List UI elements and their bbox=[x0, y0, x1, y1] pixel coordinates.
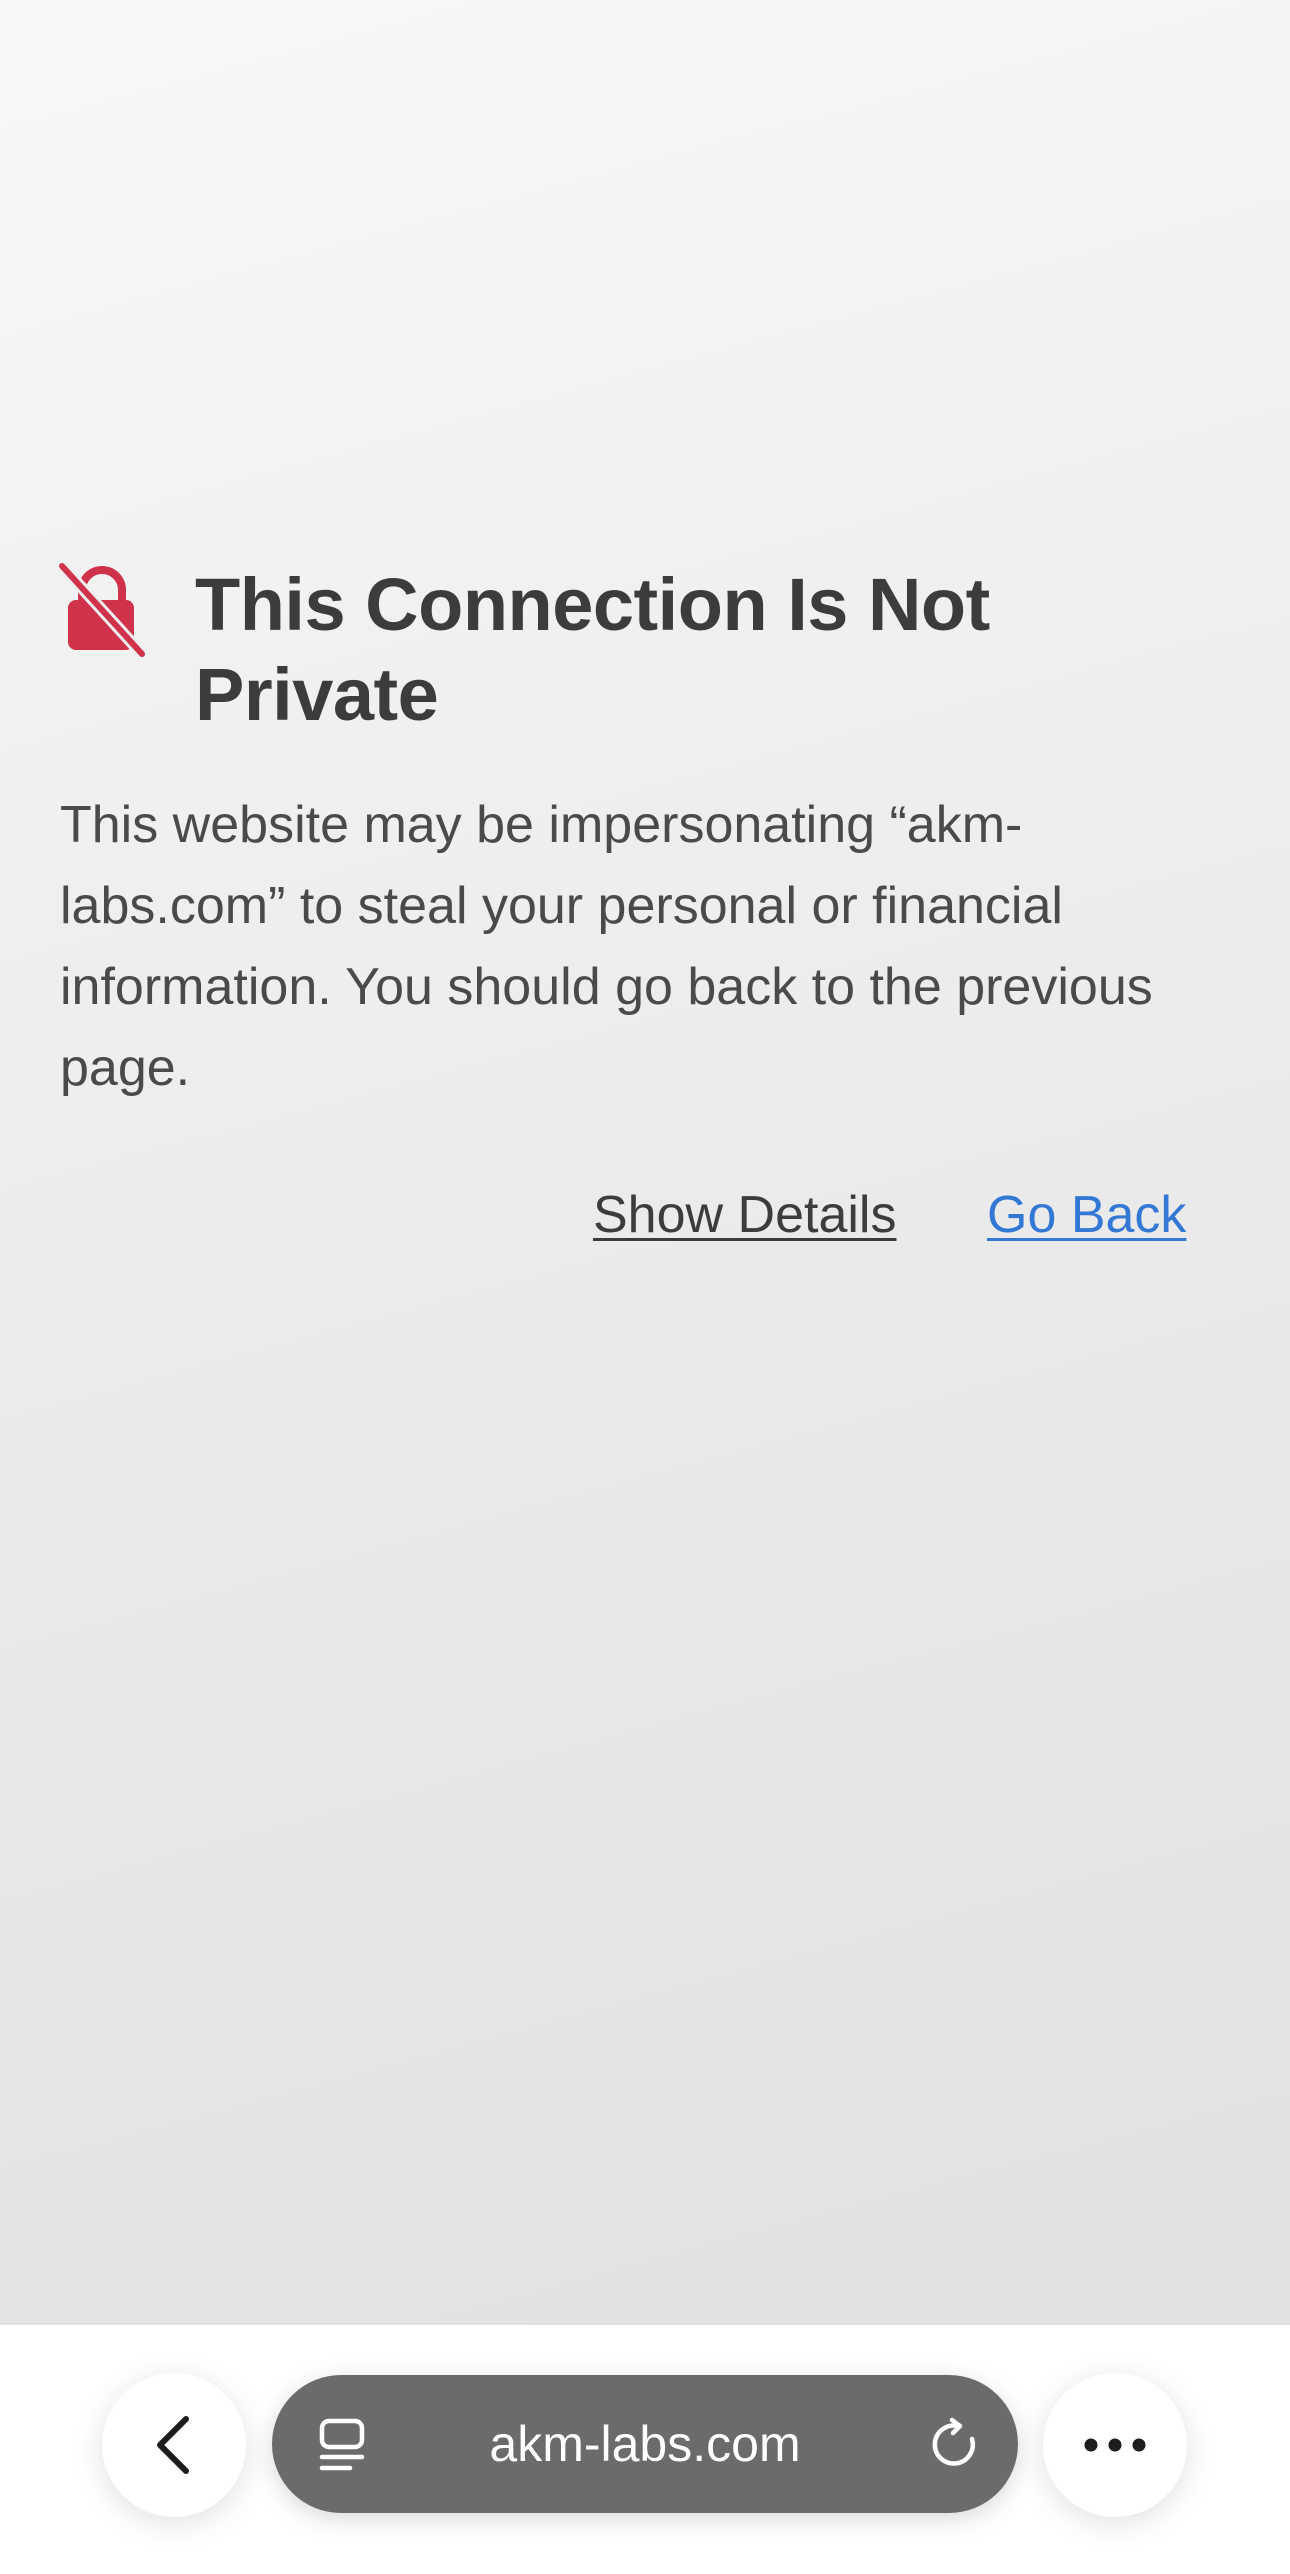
page-title: This Connection Is Not Private bbox=[195, 563, 990, 736]
error-page: This Connection Is Not Private This webs… bbox=[0, 0, 1290, 2325]
lock-slash-icon bbox=[58, 561, 146, 659]
chevron-left-icon bbox=[157, 2416, 189, 2474]
back-button[interactable] bbox=[102, 2373, 246, 2517]
more-button[interactable] bbox=[1043, 2373, 1187, 2517]
address-bar[interactable]: akm-labs.com bbox=[272, 2375, 1018, 2513]
go-back-link[interactable]: Go Back bbox=[987, 1180, 1186, 1250]
url-text[interactable]: akm-labs.com bbox=[272, 2375, 1018, 2513]
show-details-link[interactable]: Show Details bbox=[593, 1180, 896, 1250]
warning-message: This website may be impersonating “akm-l… bbox=[60, 796, 1153, 1097]
more-icon bbox=[1084, 2438, 1146, 2452]
reload-icon[interactable] bbox=[928, 2417, 982, 2471]
